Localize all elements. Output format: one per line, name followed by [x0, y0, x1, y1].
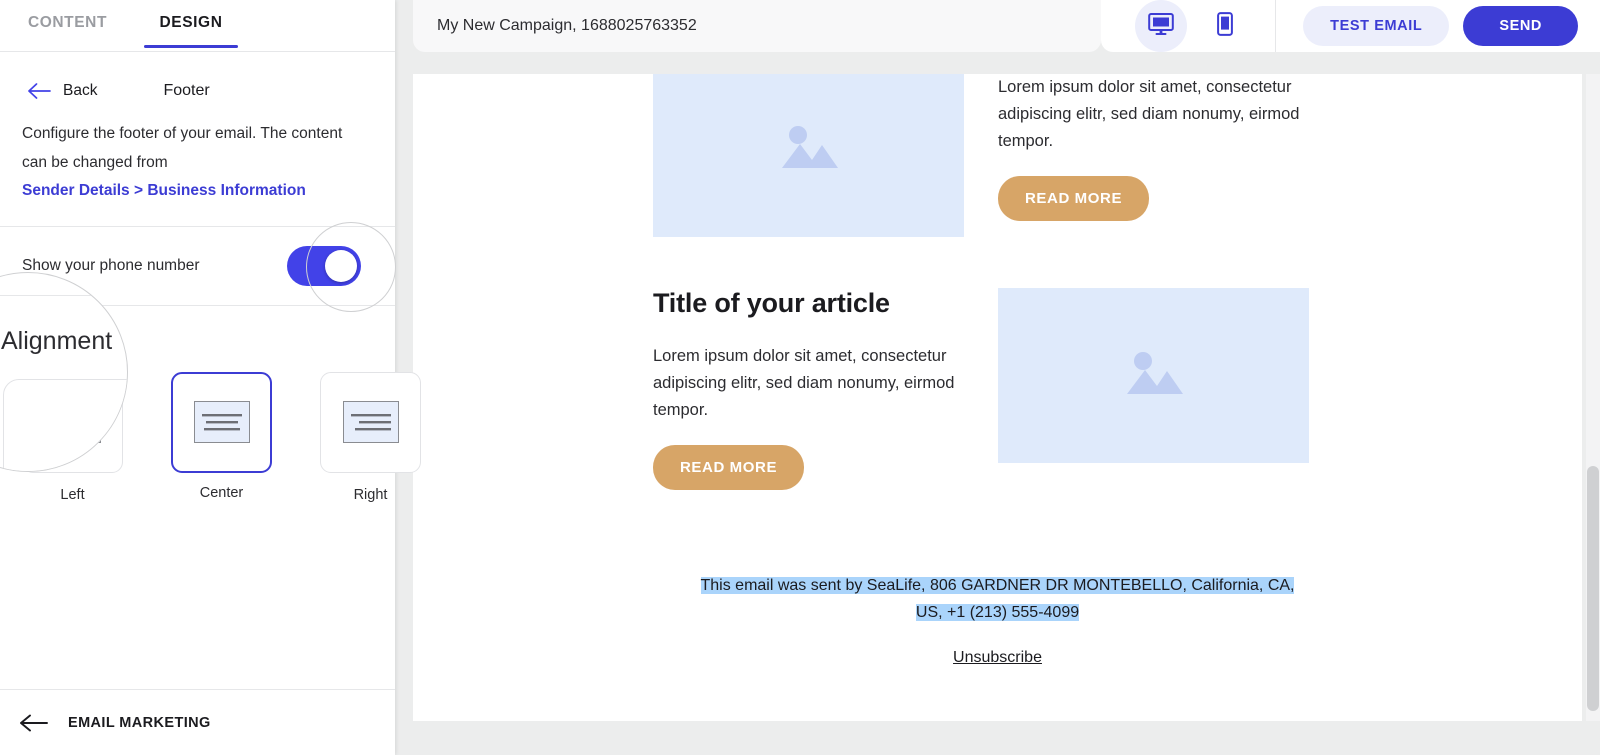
back-label: Back: [63, 82, 98, 99]
email-body: Lorem ipsum dolor sit amet, consectetur …: [413, 74, 1582, 721]
panel-header: Back Footer: [0, 52, 395, 106]
back-button[interactable]: Back: [28, 82, 97, 100]
article-1-text: Lorem ipsum dolor sit amet, consectetur …: [998, 74, 1328, 221]
alignment-title: Alignment: [22, 327, 91, 345]
article-2-body: Lorem ipsum dolor sit amet, consectetur …: [653, 347, 955, 419]
alignment-option-right[interactable]: Right: [320, 371, 421, 503]
email-preview-canvas: Lorem ipsum dolor sit amet, consectetur …: [413, 74, 1582, 721]
topbar-buttons: TEST EMAIL SEND: [1303, 6, 1600, 46]
email-footer-block[interactable]: This email was sent by SeaLife, 806 GARD…: [413, 572, 1582, 667]
tab-design[interactable]: DESIGN: [136, 14, 246, 48]
alignment-option-left[interactable]: Left: [22, 371, 123, 503]
article-2-title[interactable]: Title of your article: [653, 288, 973, 319]
canvas-scrollbar-track[interactable]: [1586, 74, 1600, 721]
arrow-left-icon: [20, 713, 50, 733]
alignment-right-label: Right: [353, 486, 388, 503]
article-1-read-more-button[interactable]: READ MORE: [998, 176, 1150, 221]
alignment-section: Alignment Left Center Right: [0, 306, 421, 503]
align-center-icon: [193, 401, 250, 443]
alignment-center-label: Center: [199, 484, 244, 501]
article-2-text: Title of your article Lorem ipsum dolor …: [653, 288, 973, 490]
alignment-option-center[interactable]: Center: [171, 371, 272, 503]
alignment-left-box: [22, 371, 123, 473]
email-builder-app: CONTENT DESIGN Back Footer Configure the…: [0, 0, 1600, 755]
sent-by-text: This email was sent by SeaLife, 806 GARD…: [653, 572, 1342, 626]
view-mode-switcher: [1101, 0, 1276, 52]
send-button[interactable]: SEND: [1463, 6, 1578, 46]
article-2-image-placeholder[interactable]: [998, 288, 1309, 463]
article-1-image-placeholder[interactable]: [653, 74, 964, 237]
test-email-button[interactable]: TEST EMAIL: [1303, 6, 1450, 46]
desktop-preview-button[interactable]: [1135, 0, 1187, 52]
email-marketing-back-bar[interactable]: EMAIL MARKETING: [0, 689, 395, 755]
show-phone-number-label: Show your phone number: [22, 256, 200, 274]
align-right-icon: [342, 401, 399, 443]
design-sidebar: CONTENT DESIGN Back Footer Configure the…: [0, 0, 421, 755]
alignment-right-box: [320, 371, 421, 473]
article-1-body: Lorem ipsum dolor sit amet, consectetur …: [998, 78, 1300, 150]
editor-main: My New Campaign, 1688025763352 TEST EMAI…: [395, 0, 1600, 755]
desktop-monitor-icon: [1148, 12, 1174, 41]
sender-details-link[interactable]: Sender Details > Business Information: [22, 177, 371, 206]
toggle-knob: [325, 249, 357, 282]
arrow-left-icon: [28, 82, 52, 100]
sidebar-tabs: CONTENT DESIGN: [0, 0, 395, 52]
panel-title: Footer: [163, 82, 210, 99]
show-phone-number-row: Show your phone number: [0, 227, 395, 305]
alignment-center-box: [171, 371, 272, 473]
alignment-options: Left Center Right: [22, 371, 421, 503]
mobile-preview-button[interactable]: [1199, 0, 1251, 52]
article-2-read-more-button[interactable]: READ MORE: [653, 445, 805, 490]
email-marketing-label: EMAIL MARKETING: [68, 714, 211, 731]
topbar-actions-area: TEST EMAIL SEND: [1101, 0, 1600, 52]
sent-by-line-1: This email was sent by SeaLife, 806 GARD…: [700, 577, 1295, 594]
sent-by-line-2: US, +1 (213) 555-4099: [915, 604, 1080, 621]
tab-content[interactable]: CONTENT: [12, 14, 123, 48]
campaign-name-input[interactable]: My New Campaign, 1688025763352: [413, 0, 1101, 52]
panel-description: Configure the footer of your email. The …: [0, 106, 395, 206]
description-line-1: Configure the footer of your email. The: [22, 125, 288, 142]
alignment-left-label: Left: [60, 486, 85, 503]
campaign-name-value: My New Campaign, 1688025763352: [437, 17, 697, 34]
mobile-phone-icon: [1217, 11, 1233, 41]
show-phone-number-toggle[interactable]: [287, 245, 361, 286]
canvas-scrollbar-thumb[interactable]: [1587, 466, 1599, 711]
unsubscribe-link[interactable]: Unsubscribe: [953, 649, 1042, 667]
align-left-icon: [44, 401, 101, 443]
editor-topbar: My New Campaign, 1688025763352 TEST EMAI…: [413, 0, 1600, 52]
